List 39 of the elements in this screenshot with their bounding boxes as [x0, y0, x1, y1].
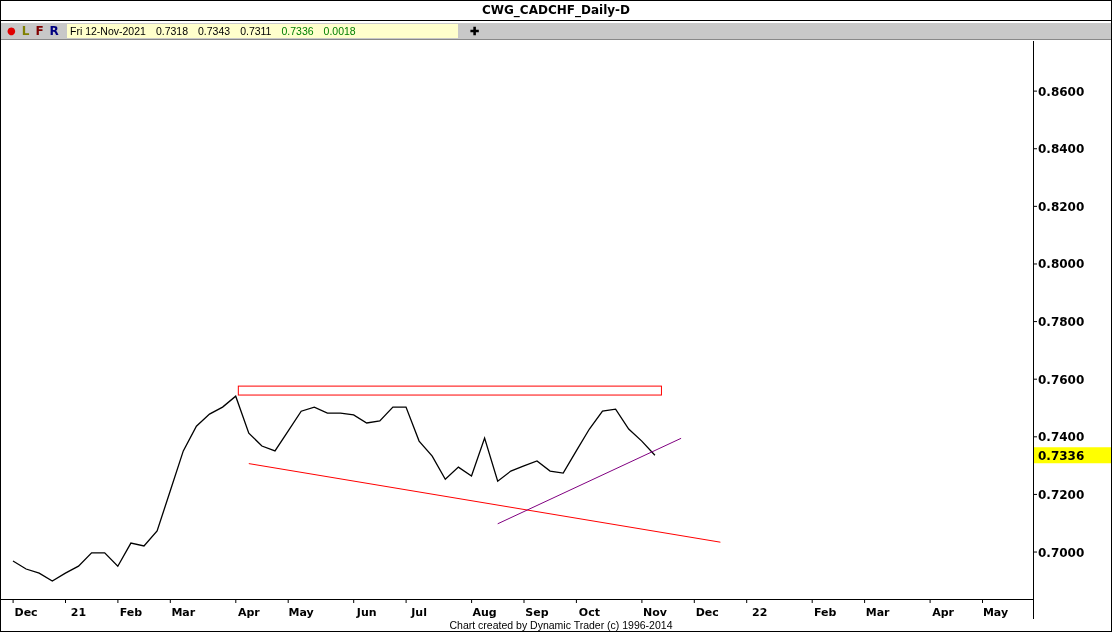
- month-label: 21: [70, 606, 87, 619]
- quote-value: Fri 12-Nov-2021: [70, 24, 146, 37]
- price-label: 0.8400: [1038, 142, 1085, 157]
- price-label: 0.7800: [1038, 315, 1085, 330]
- f-button[interactable]: F: [33, 23, 46, 38]
- month-label: Feb: [814, 606, 837, 619]
- last-price-marker: 0.7336: [1034, 447, 1111, 464]
- month-label: 22: [752, 606, 768, 619]
- month-label: Feb: [119, 606, 143, 619]
- price-label: 0.7000: [1038, 545, 1085, 560]
- month-label: Jul: [411, 606, 427, 619]
- month-label: Aug: [472, 606, 497, 619]
- month-label: Apr: [237, 606, 260, 619]
- month-label: May: [982, 606, 1009, 619]
- month-label: Jun: [356, 606, 377, 619]
- close-value: 0.0018: [323, 24, 356, 37]
- quote-value: 0.7311: [240, 24, 272, 37]
- price-label: 0.8200: [1038, 199, 1085, 214]
- price-label: 0.7200: [1038, 487, 1085, 502]
- month-label: May: [288, 606, 314, 619]
- month-label: Oct: [578, 606, 600, 619]
- month-label: Dec: [695, 606, 719, 619]
- price-label: 0.7600: [1038, 372, 1085, 387]
- quote-value: 0.7318: [155, 24, 188, 37]
- price-label: 0.7400: [1038, 430, 1085, 445]
- month-label: Dec: [14, 606, 38, 619]
- add-button[interactable]: ✚: [466, 23, 483, 38]
- price-label: 0.8000: [1038, 257, 1085, 272]
- credit-text: Chart created by Dynamic Trader (c) 1996-2014: [449, 619, 673, 631]
- close-value: 0.7336: [281, 24, 314, 37]
- month-label: Mar: [865, 606, 890, 619]
- month-label: Apr: [932, 606, 954, 619]
- month-label: Mar: [171, 606, 196, 619]
- price-label: 0.8600: [1038, 84, 1085, 99]
- month-label: Sep: [525, 606, 549, 619]
- chart-title: CWG_CADCHF_Daily-D: [481, 3, 630, 18]
- r-button[interactable]: R: [47, 23, 61, 38]
- month-label: Nov: [642, 606, 667, 619]
- quote-value: 0.7343: [198, 24, 231, 37]
